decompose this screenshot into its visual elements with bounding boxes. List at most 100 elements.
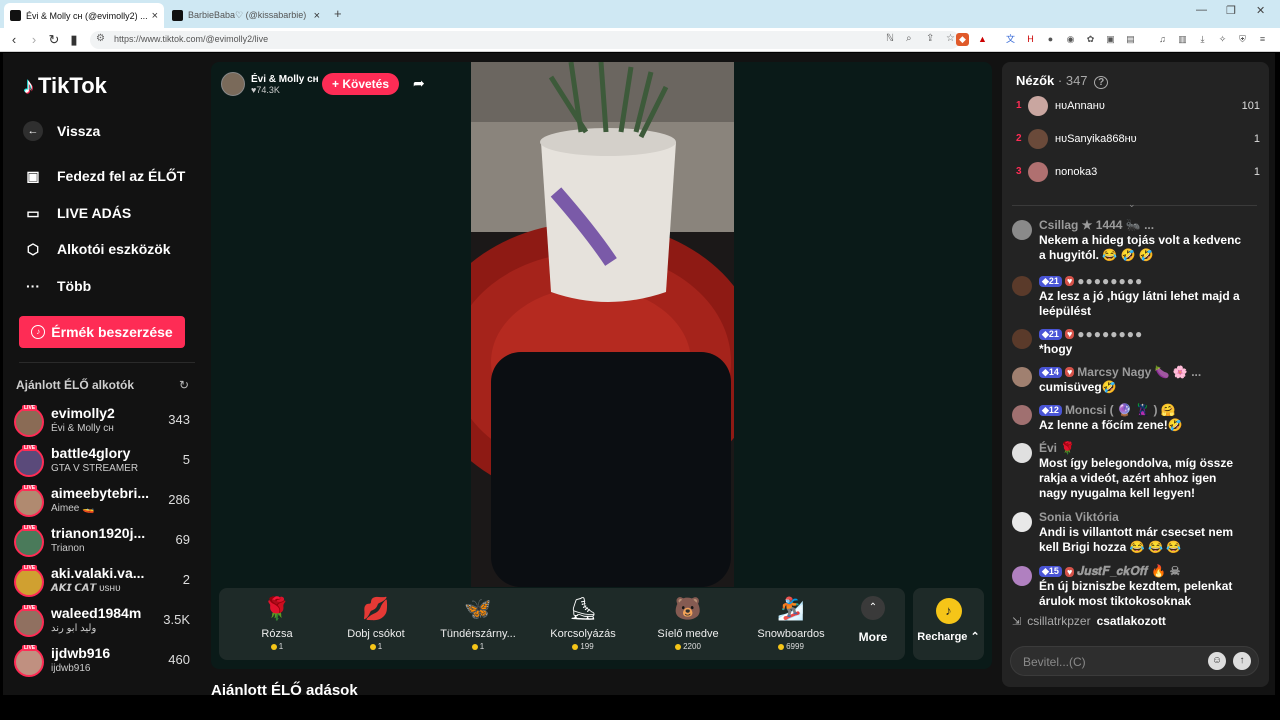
avatar[interactable] (14, 447, 44, 477)
translate-icon[interactable]: ℕ (886, 33, 894, 44)
refresh-icon[interactable]: ↻ (179, 378, 189, 392)
media-icon[interactable]: ♫ (1156, 33, 1169, 46)
chat-username[interactable]: Marcsy Nagy 🍆 🌸 ... (1077, 365, 1201, 379)
avatar[interactable] (1012, 220, 1032, 240)
chat-username[interactable]: Évi 🌹 (1039, 441, 1075, 455)
chat-input[interactable]: Bevitel...(C) ☺ ↑ (1010, 646, 1259, 676)
chat-username[interactable]: Sonia Viktória (1039, 510, 1119, 524)
address-bar[interactable]: ⚙ https://www.tiktok.com/@evimolly2/live… (90, 31, 960, 49)
url-text[interactable]: https://www.tiktok.com/@evimolly2/live (114, 34, 268, 44)
viewers-header[interactable]: Nézők · 347 ? (1016, 73, 1109, 89)
creator-item[interactable]: LIVE aimeebytebri... Aimee 🚤 286 (14, 485, 194, 525)
gift-item[interactable]: 🐻 Síelő medve 2200 (642, 594, 734, 651)
avatar[interactable] (14, 407, 44, 437)
avatar[interactable] (14, 487, 44, 517)
vpn-icon[interactable]: ⛨ (1236, 33, 1249, 46)
reload-icon[interactable]: ↻ (46, 32, 62, 48)
creator-item[interactable]: LIVE waleed1984m وليد ابو رند 3.5K (14, 605, 194, 645)
forward-arrow-icon[interactable]: › (26, 32, 42, 48)
host-avatar[interactable] (221, 72, 245, 96)
tab-close-icon[interactable]: × (152, 10, 158, 22)
minimize-icon[interactable]: — (1196, 4, 1207, 16)
ai-icon[interactable]: ✧ (1216, 33, 1229, 46)
viewer-name[interactable]: ʜᴜAnnaʜᴜ (1055, 100, 1105, 112)
avatar[interactable] (1012, 512, 1032, 532)
browser-tab[interactable]: BarbieBaba♡ (@kissabarbie) ÉLŐ ... × (166, 3, 326, 28)
avatar[interactable] (1012, 367, 1032, 387)
chat-username[interactable]: Moncsi ( 🔮 🦹 ) 🤗 (1065, 403, 1176, 417)
hls-ext-icon[interactable]: H (1024, 33, 1037, 46)
creator-item[interactable]: LIVE evimolly2 Évi & Molly ᴄʜ 343 (14, 405, 194, 445)
send-icon[interactable]: ↑ (1233, 652, 1251, 670)
share-icon[interactable]: ➦ (413, 75, 425, 92)
emoji-icon[interactable]: ☺ (1208, 652, 1226, 670)
chat-username[interactable]: 𝑱𝒖𝒔𝒕𝑭_𝒄𝒌𝑶𝒇𝒇 🔥 ☠ (1077, 564, 1180, 579)
live-player[interactable]: Évi & Molly ᴄʜ ♥74.3K + Követés ➦ 🌹 Rózsa… (211, 62, 992, 669)
menu-icon[interactable]: ≡ (1256, 33, 1269, 46)
chat-input-placeholder[interactable]: Bevitel...(C) (1023, 655, 1086, 669)
back-arrow-icon[interactable]: ‹ (6, 32, 22, 48)
nav-go-live[interactable]: ▭ LIVE ADÁS (23, 203, 131, 223)
join-user[interactable]: csillatrkpzer (1027, 614, 1090, 628)
avatar[interactable] (14, 567, 44, 597)
back-button[interactable]: ← Vissza (23, 121, 100, 141)
creator-item[interactable]: LIVE battle4glory GTA V STREAMER 5 (14, 445, 194, 485)
top-viewer-row[interactable]: 3 nonoka3 1 (1016, 161, 1260, 185)
creator-item[interactable]: LIVE ijdwb916 ijdwb916 460 (14, 645, 194, 685)
avatar[interactable] (1028, 96, 1048, 116)
avatar[interactable] (1012, 566, 1032, 586)
recharge-button[interactable]: ♪ Recharge ⌃ (913, 588, 984, 660)
avatar[interactable] (14, 527, 44, 557)
sidebar-toggle-icon[interactable]: ▥ (1176, 33, 1189, 46)
top-viewer-row[interactable]: 2 ʜᴜSanyika868ʜᴜ 1 (1016, 128, 1260, 152)
avatar[interactable] (14, 647, 44, 677)
avatar[interactable] (1012, 443, 1032, 463)
follow-button[interactable]: + Követés (322, 73, 400, 95)
avatar[interactable] (1012, 329, 1032, 349)
avatar[interactable] (1028, 129, 1048, 149)
live-video[interactable] (471, 62, 734, 587)
extension-icon[interactable]: ▣ (1104, 33, 1117, 46)
rewards-icon[interactable]: ▲ (976, 33, 989, 46)
gift-item[interactable]: 💋 Dobj csókot 1 (330, 594, 422, 651)
extension-icon[interactable]: ● (1044, 33, 1057, 46)
creator-item[interactable]: LIVE aki.valaki.va... 𝘼𝙆𝙄 𝘾𝘼𝙏 ᴜsʜᴜ 2 (14, 565, 194, 605)
download-icon[interactable]: ⤓ (1196, 33, 1209, 46)
chevron-down-icon[interactable]: ⌄ (1128, 199, 1136, 210)
bookmark-icon[interactable]: ▮ (66, 32, 82, 48)
host-info[interactable]: Évi & Molly ᴄʜ ♥74.3K (221, 72, 319, 96)
avatar[interactable] (14, 607, 44, 637)
avatar[interactable] (1028, 162, 1048, 182)
maximize-icon[interactable]: ❐ (1226, 4, 1236, 17)
share-page-icon[interactable]: ⇪ (926, 33, 934, 44)
chat-username[interactable]: ●●●●●●●● (1077, 327, 1143, 341)
chat-username[interactable]: ●●●●●●●● (1077, 274, 1143, 288)
top-viewer-row[interactable]: 1 ʜᴜAnnaʜᴜ 101 (1016, 95, 1260, 119)
nav-creator-tools[interactable]: ⬡ Alkotói eszközök (23, 239, 171, 259)
new-tab-button[interactable]: + (334, 6, 342, 21)
avatar[interactable] (1012, 276, 1032, 296)
star-icon[interactable]: ☆ (946, 33, 955, 44)
gift-item[interactable]: 🌹 Rózsa 1 (231, 594, 323, 651)
tab-close-icon[interactable]: × (314, 10, 320, 22)
get-coins-button[interactable]: ♪ Érmék beszerzése (19, 316, 185, 348)
nav-explore-live[interactable]: ▣ Fedezd fel az ÉLŐT (23, 166, 185, 186)
nav-more[interactable]: ··· Több (23, 276, 91, 296)
extension-icon[interactable]: ◉ (1064, 33, 1077, 46)
avatar[interactable] (1012, 405, 1032, 425)
gift-item[interactable]: 🦋 Tündérszárny... 1 (432, 594, 524, 651)
brave-shield-icon[interactable]: ◆ (956, 33, 969, 46)
translate-ext-icon[interactable]: 文 (1004, 33, 1017, 46)
extension-icon[interactable]: ✿ (1084, 33, 1097, 46)
chat-username[interactable]: Csillag ★ 1444 🐜 ... (1039, 218, 1154, 232)
host-name[interactable]: Évi & Molly ᴄʜ (251, 74, 319, 85)
help-icon[interactable]: ? (1094, 76, 1109, 89)
viewer-name[interactable]: ʜᴜSanyika868ʜᴜ (1055, 133, 1137, 145)
extension-icon[interactable]: ▤ (1124, 33, 1137, 46)
browser-tab-active[interactable]: Évi & Molly ᴄʜ (@evimolly2) ... × (4, 3, 164, 28)
gift-item[interactable]: 🏂 Snowboardos 6999 (745, 594, 837, 651)
zoom-icon[interactable]: ⌕ (906, 33, 912, 44)
tiktok-logo[interactable]: ♪ TikTok (23, 73, 107, 99)
more-gifts-button[interactable]: ⌃ More (853, 596, 893, 644)
site-settings-icon[interactable]: ⚙ (96, 33, 105, 44)
